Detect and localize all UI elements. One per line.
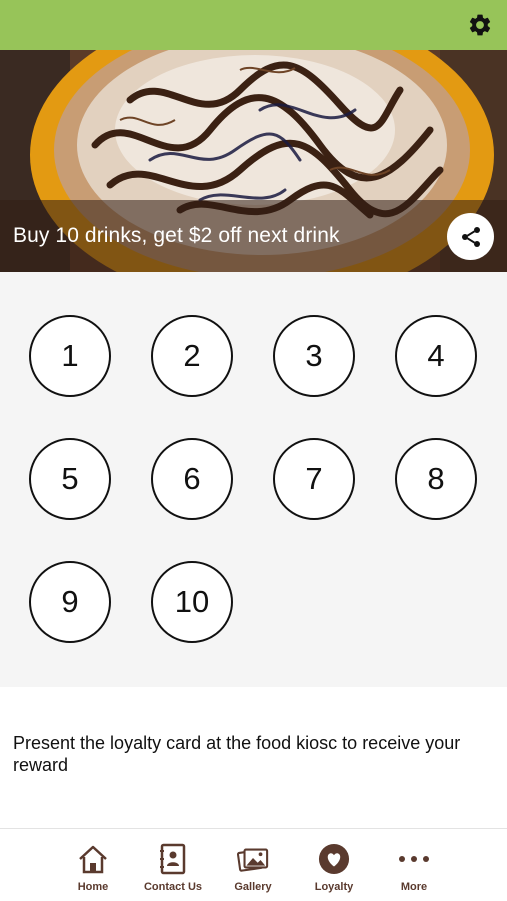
stamp-card: 1 2 3 4 5 6 7 8 9 10 xyxy=(0,272,507,687)
hero-banner: Buy 10 drinks, get $2 off next drink xyxy=(0,50,507,272)
stamp-1: 1 xyxy=(29,315,111,397)
nav-gallery-label: Gallery xyxy=(234,881,272,893)
reward-instructions: Present the loyalty card at the food kio… xyxy=(13,733,461,775)
stamp-8: 8 xyxy=(395,438,477,520)
settings-button[interactable] xyxy=(465,10,495,40)
nav-loyalty-label: Loyalty xyxy=(314,881,354,893)
stamp-9: 9 xyxy=(29,561,111,643)
nav-more[interactable]: More xyxy=(369,829,459,901)
bottom-nav: Home Contact Us Gallery Loyalty More xyxy=(0,828,507,901)
contact-book-icon xyxy=(160,843,186,875)
nav-contact-us-label: Contact Us xyxy=(143,881,203,893)
heart-icon xyxy=(318,843,350,875)
nav-home[interactable]: Home xyxy=(48,829,138,901)
nav-loyalty[interactable]: Loyalty xyxy=(289,829,379,901)
gallery-icon xyxy=(237,848,269,872)
stamp-5: 5 xyxy=(29,438,111,520)
stamp-2: 2 xyxy=(151,315,233,397)
more-dots-icon xyxy=(399,856,429,862)
nav-contact-us[interactable]: Contact Us xyxy=(128,829,218,901)
stamp-10: 10 xyxy=(151,561,233,643)
share-icon xyxy=(461,226,480,247)
top-bar xyxy=(0,0,507,50)
stamp-6: 6 xyxy=(151,438,233,520)
nav-home-label: Home xyxy=(77,881,109,893)
nav-gallery[interactable]: Gallery xyxy=(208,829,298,901)
hero-caption-bar: Buy 10 drinks, get $2 off next drink xyxy=(0,200,507,272)
stamp-4: 4 xyxy=(395,315,477,397)
stamp-3: 3 xyxy=(273,315,355,397)
gear-icon xyxy=(469,14,491,36)
home-icon xyxy=(79,845,107,874)
stamp-7: 7 xyxy=(273,438,355,520)
share-button[interactable] xyxy=(447,213,494,260)
nav-more-label: More xyxy=(400,881,428,893)
promo-title: Buy 10 drinks, get $2 off next drink xyxy=(13,224,340,247)
